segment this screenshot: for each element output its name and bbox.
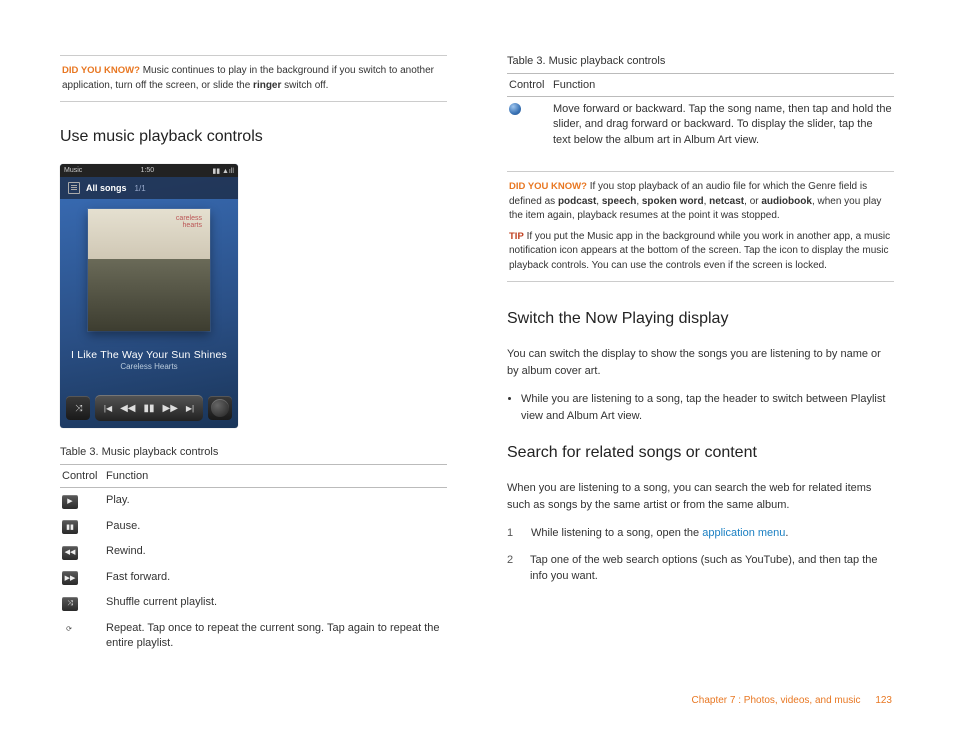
heading-playback-controls: Use music playback controls <box>60 128 447 146</box>
repeat-button <box>208 396 232 420</box>
next-icon: ▶| <box>186 404 194 413</box>
shuffle-button: ⤨ <box>66 396 90 420</box>
application-menu-link[interactable]: application menu <box>702 527 785 539</box>
playback-controls-table-right: Control Function Move forward or backwar… <box>507 73 894 153</box>
table3-title-left: Table 3. Music playback controls <box>60 446 447 458</box>
th-function: Function <box>104 465 447 488</box>
fn-slider: Move forward or backward. Tap the song n… <box>551 97 894 154</box>
table-row: ▶▶ Fast forward. <box>60 565 447 591</box>
header-all-songs: All songs <box>86 183 127 193</box>
tip-text: If you put the Music app in the backgrou… <box>509 231 890 271</box>
did-you-know-box: DID YOU KNOW? Music continues to play in… <box>60 55 447 102</box>
ffwd-icon: ▶▶ <box>163 403 178 414</box>
album-art-wrap: careless hearts <box>60 199 238 335</box>
fastforward-icon: ▶▶ <box>62 571 78 585</box>
step1-b: . <box>785 527 788 539</box>
page-footer: Chapter 7 : Photos, videos, and music 12… <box>692 695 892 706</box>
shuffle-icon: ⤨ <box>62 597 78 611</box>
table-row: Move forward or backward. Tap the song n… <box>507 97 894 154</box>
list-icon <box>68 182 80 194</box>
dyk-label: DID YOU KNOW? <box>62 65 140 76</box>
dyk-text-b: switch off. <box>281 80 328 91</box>
repeat-icon: ⟳ <box>62 622 76 636</box>
step-1: 1 While listening to a song, open the ap… <box>507 525 894 542</box>
p-search-desc: When you are listening to a song, you ca… <box>507 480 894 513</box>
dyk2-label: DID YOU KNOW? <box>509 181 587 192</box>
playback-controls-table-left: Control Function ▶ Play. ▮▮ Pause. ◀◀ Re… <box>60 464 447 656</box>
table-row: ⤨ Shuffle current playlist. <box>60 590 447 616</box>
phone-screenshot: Music 1:50 ▮▮ ▲ıll All songs 1/1 careles… <box>60 164 238 428</box>
album-art: careless hearts <box>88 209 210 331</box>
th-function-r: Function <box>551 74 894 97</box>
slider-thumb-icon <box>509 103 521 115</box>
rewind-icon: ◀◀ <box>120 403 135 414</box>
fn-rewind: Rewind. <box>104 539 447 565</box>
th-control-r: Control <box>507 74 551 97</box>
song-title: I Like The Way Your Sun Shines <box>60 349 238 361</box>
prev-icon: |◀ <box>104 404 112 413</box>
step1-a: While listening to a song, open the <box>531 527 702 539</box>
player-controls: ⤨ |◀ ◀◀ ▮▮ ▶▶ ▶| <box>66 394 232 422</box>
footer-chapter: Chapter 7 : Photos, videos, and music <box>692 695 861 706</box>
p-switch-desc: You can switch the display to show the s… <box>507 346 894 379</box>
tip-label: TIP <box>509 231 524 242</box>
footer-page-number: 123 <box>875 695 892 706</box>
step-2: 2 Tap one of the web search options (suc… <box>507 552 894 585</box>
search-steps: 1 While listening to a song, open the ap… <box>507 525 894 585</box>
pause-icon: ▮▮ <box>62 520 78 534</box>
play-icon: ▶ <box>62 495 78 509</box>
album-brand-a: careless <box>176 215 202 222</box>
rewind-icon: ◀◀ <box>62 546 78 560</box>
transport-bar: |◀ ◀◀ ▮▮ ▶▶ ▶| <box>95 395 203 421</box>
heading-switch-display: Switch the Now Playing display <box>507 310 894 328</box>
fn-pause: Pause. <box>104 514 447 540</box>
pause-icon-main: ▮▮ <box>143 403 154 414</box>
album-brand-b: hearts <box>176 222 202 229</box>
fn-play: Play. <box>104 488 447 514</box>
switch-bullets: While you are listening to a song, tap t… <box>507 391 894 424</box>
th-control: Control <box>60 465 104 488</box>
status-time: 1:50 <box>141 167 155 174</box>
fn-repeat: Repeat. Tap once to repeat the current s… <box>104 616 447 657</box>
table3-title-right: Table 3. Music playback controls <box>507 55 894 67</box>
step2-text: Tap one of the web search options (such … <box>530 552 894 585</box>
step-num-1: 1 <box>507 525 515 542</box>
callout-box-right: DID YOU KNOW? If you stop playback of an… <box>507 171 894 282</box>
fn-shuffle: Shuffle current playlist. <box>104 590 447 616</box>
phone-list-header: All songs 1/1 <box>60 177 238 199</box>
dyk-bold: ringer <box>253 80 281 91</box>
table-row: ⟳ Repeat. Tap once to repeat the current… <box>60 616 447 657</box>
song-artist: Careless Hearts <box>60 362 238 371</box>
table-row: ◀◀ Rewind. <box>60 539 447 565</box>
status-signal: ▮▮ ▲ıll <box>212 167 234 175</box>
table-row: ▮▮ Pause. <box>60 514 447 540</box>
bullet-switch: While you are listening to a song, tap t… <box>521 391 894 424</box>
heading-search-content: Search for related songs or content <box>507 444 894 462</box>
table-row: ▶ Play. <box>60 488 447 514</box>
phone-status-bar: Music 1:50 ▮▮ ▲ıll <box>60 164 238 177</box>
header-count: 1/1 <box>135 184 146 193</box>
status-app-label: Music <box>64 167 82 174</box>
step-num-2: 2 <box>507 552 514 585</box>
fn-ffwd: Fast forward. <box>104 565 447 591</box>
